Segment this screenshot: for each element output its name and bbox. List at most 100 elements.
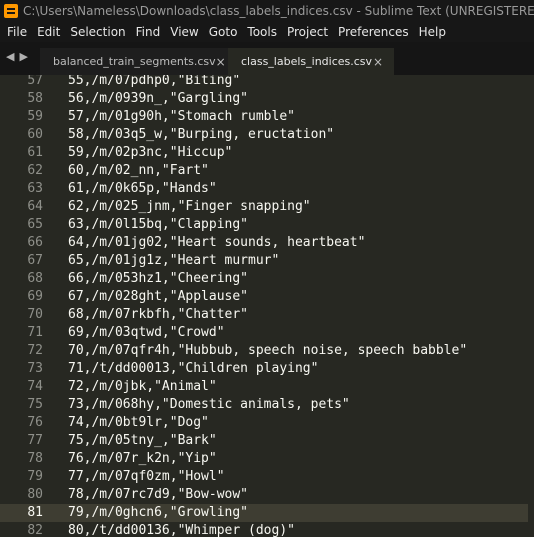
menu-bar: File Edit Selection Find View Goto Tools… <box>0 22 534 42</box>
line-number: 69 <box>27 289 43 304</box>
code-line[interactable]: 62 60,/m/02_nn,"Fart" <box>0 162 534 180</box>
line-text[interactable]: 74,/m/0bt9lr,"Dog" <box>68 414 209 432</box>
line-text[interactable]: 65,/m/01jg1z,"Heart murmur" <box>68 252 279 270</box>
code-line[interactable]: 61 59,/m/02p3nc,"Hiccup" <box>0 144 534 162</box>
line-number: 82 <box>27 523 43 537</box>
code-line[interactable]: 67 65,/m/01jg1z,"Heart murmur" <box>0 252 534 270</box>
code-line[interactable]: 65 63,/m/0l15bq,"Clapping" <box>0 216 534 234</box>
line-text[interactable]: 80,/t/dd00136,"Whimper (dog)" <box>68 522 295 537</box>
code-line[interactable]: 66 64,/m/01jg02,"Heart sounds, heartbeat" <box>0 234 534 252</box>
tab-bar: ◀ ▶ balanced_train_segments.csv × class_… <box>0 42 534 75</box>
code-line[interactable]: 76 74,/m/0bt9lr,"Dog" <box>0 414 534 432</box>
code-line[interactable]: 68 66,/m/053hz1,"Cheering" <box>0 270 534 288</box>
line-text[interactable]: 77,/m/07qf0zm,"Howl" <box>68 468 225 486</box>
line-text[interactable]: 64,/m/01jg02,"Heart sounds, heartbeat" <box>68 234 365 252</box>
code-line[interactable]: 63 61,/m/0k65p,"Hands" <box>0 180 534 198</box>
close-icon[interactable]: × <box>216 55 226 69</box>
window-title: C:\Users\Nameless\Downloads\class_labels… <box>23 4 534 18</box>
code-editor[interactable]: 57 55,/m/07pdhp0,"Biting" 58 56,/m/0939n_,"… <box>0 75 534 537</box>
line-number: 61 <box>27 145 43 160</box>
line-number: 78 <box>27 451 43 466</box>
line-text[interactable]: 76,/m/07r_k2n,"Yip" <box>68 450 217 468</box>
tab-nav-arrows: ◀ ▶ <box>6 50 28 63</box>
line-text[interactable]: 59,/m/02p3nc,"Hiccup" <box>68 144 232 162</box>
code-line[interactable]: 72 70,/m/07qfr4h,"Hubbub, speech noise, s… <box>0 342 534 360</box>
line-text[interactable]: 56,/m/0939n_,"Gargling" <box>68 90 248 108</box>
line-text[interactable]: 60,/m/02_nn,"Fart" <box>68 162 209 180</box>
line-number: 81 <box>27 505 43 520</box>
menu-edit[interactable]: Edit <box>30 25 60 39</box>
close-icon[interactable]: × <box>373 55 383 69</box>
line-number: 57 <box>27 75 43 88</box>
line-text[interactable]: 72,/m/0jbk,"Animal" <box>68 378 217 396</box>
line-number: 65 <box>27 217 43 232</box>
code-line[interactable]: 60 58,/m/03q5_w,"Burping, eructation" <box>0 126 534 144</box>
code-line[interactable]: 71 69,/m/03qtwd,"Crowd" <box>0 324 534 342</box>
menu-selection[interactable]: Selection <box>63 25 125 39</box>
tab-label: balanced_train_segments.csv <box>53 55 216 68</box>
tab-balanced-train-segments[interactable]: balanced_train_segments.csv × <box>40 48 228 75</box>
line-text[interactable]: 79,/m/0ghcn6,"Growling" <box>68 504 248 522</box>
line-text[interactable]: 71,/t/dd00013,"Children playing" <box>68 360 318 378</box>
code-line[interactable]: 79 77,/m/07qf0zm,"Howl" <box>0 468 534 486</box>
code-line[interactable]: 58 56,/m/0939n_,"Gargling" <box>0 90 534 108</box>
line-text[interactable]: 67,/m/028ght,"Applause" <box>68 288 248 306</box>
menu-project[interactable]: Project <box>280 25 328 39</box>
menu-find[interactable]: Find <box>129 25 161 39</box>
code-line[interactable]: 73 71,/t/dd00013,"Children playing" <box>0 360 534 378</box>
code-line[interactable]: 70 68,/m/07rkbfh,"Chatter" <box>0 306 534 324</box>
code-line[interactable]: 74 72,/m/0jbk,"Animal" <box>0 378 534 396</box>
code-line[interactable]: 78 76,/m/07r_k2n,"Yip" <box>0 450 534 468</box>
tab-label: class_labels_indices.csv <box>241 55 373 68</box>
line-number: 67 <box>27 253 43 268</box>
menu-preferences[interactable]: Preferences <box>331 25 409 39</box>
line-text[interactable]: 63,/m/0l15bq,"Clapping" <box>68 216 248 234</box>
line-text[interactable]: 57,/m/01g90h,"Stomach rumble" <box>68 108 295 126</box>
menu-goto[interactable]: Goto <box>202 25 238 39</box>
chevron-left-icon[interactable]: ◀ <box>6 50 14 63</box>
line-number: 59 <box>27 109 43 124</box>
tab-class-labels-indices[interactable]: class_labels_indices.csv × <box>228 48 394 75</box>
line-number: 73 <box>27 361 43 376</box>
sublime-text-icon <box>4 4 18 18</box>
line-text[interactable]: 66,/m/053hz1,"Cheering" <box>68 270 248 288</box>
code-line[interactable]: 80 78,/m/07rc7d9,"Bow-wow" <box>0 486 534 504</box>
line-number: 71 <box>27 325 43 340</box>
line-text[interactable]: 73,/m/068hy,"Domestic animals, pets" <box>68 396 350 414</box>
line-number: 80 <box>27 487 43 502</box>
line-number: 62 <box>27 163 43 178</box>
menu-tools[interactable]: Tools <box>240 25 277 39</box>
line-number: 74 <box>27 379 43 394</box>
menu-view[interactable]: View <box>163 25 198 39</box>
line-number: 76 <box>27 415 43 430</box>
line-text[interactable]: 70,/m/07qfr4h,"Hubbub, speech noise, spe… <box>68 342 467 360</box>
line-text[interactable]: 69,/m/03qtwd,"Crowd" <box>68 324 225 342</box>
line-number: 63 <box>27 181 43 196</box>
menu-help[interactable]: Help <box>412 25 446 39</box>
code-line[interactable]: 64 62,/m/025_jnm,"Finger snapping" <box>0 198 534 216</box>
line-text[interactable]: 62,/m/025_jnm,"Finger snapping" <box>68 198 311 216</box>
code-line[interactable]: 82 80,/t/dd00136,"Whimper (dog)" <box>0 522 534 537</box>
code-line[interactable]: 59 57,/m/01g90h,"Stomach rumble" <box>0 108 534 126</box>
line-number: 64 <box>27 199 43 214</box>
code-line[interactable]: 57 55,/m/07pdhp0,"Biting" <box>0 75 534 90</box>
line-number: 66 <box>27 235 43 250</box>
line-number: 75 <box>27 397 43 412</box>
menu-file[interactable]: File <box>0 25 27 39</box>
vertical-scrollbar[interactable] <box>528 75 534 537</box>
line-text[interactable]: 55,/m/07pdhp0,"Biting" <box>68 75 240 90</box>
line-number: 79 <box>27 469 43 484</box>
code-line[interactable]: 69 67,/m/028ght,"Applause" <box>0 288 534 306</box>
line-text[interactable]: 78,/m/07rc7d9,"Bow-wow" <box>68 486 248 504</box>
code-line[interactable]: 77 75,/m/05tny_,"Bark" <box>0 432 534 450</box>
line-text[interactable]: 68,/m/07rkbfh,"Chatter" <box>68 306 248 324</box>
chevron-right-icon[interactable]: ▶ <box>19 50 27 63</box>
line-text[interactable]: 75,/m/05tny_,"Bark" <box>68 432 217 450</box>
code-line[interactable]: 75 73,/m/068hy,"Domestic animals, pets" <box>0 396 534 414</box>
line-number: 77 <box>27 433 43 448</box>
code-line[interactable]: 81 79,/m/0ghcn6,"Growling" <box>0 504 534 522</box>
line-number: 60 <box>27 127 43 142</box>
line-text[interactable]: 61,/m/0k65p,"Hands" <box>68 180 217 198</box>
line-text[interactable]: 58,/m/03q5_w,"Burping, eructation" <box>68 126 334 144</box>
line-number: 72 <box>27 343 43 358</box>
